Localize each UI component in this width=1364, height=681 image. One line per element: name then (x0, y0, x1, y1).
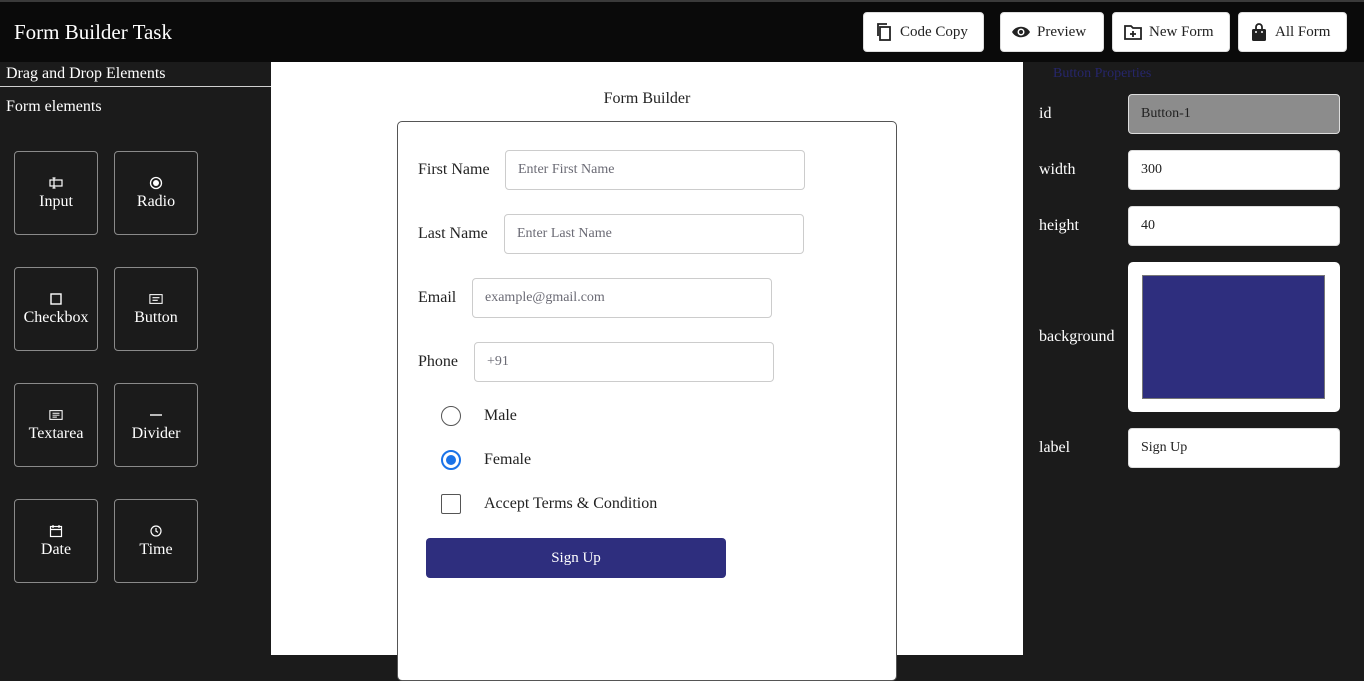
new-form-label: New Form (1149, 23, 1214, 40)
eye-icon (1012, 26, 1030, 38)
gender-male-radio[interactable] (441, 406, 461, 426)
element-tile-date[interactable]: Date (14, 499, 98, 583)
prop-width-label: width (1039, 161, 1076, 178)
form-canvas: Form Builder First Name Last Name Email … (271, 62, 1023, 681)
button-icon (149, 291, 163, 307)
phone-label: Phone (418, 353, 458, 370)
properties-panel: Button Properties id width height backgr… (1023, 62, 1364, 655)
last-name-input[interactable] (504, 214, 804, 254)
app-title: Form Builder Task (14, 20, 172, 44)
element-label: Input (39, 193, 73, 210)
all-form-button[interactable]: All Form (1238, 12, 1347, 52)
properties-heading: Button Properties (1053, 66, 1152, 81)
background-color-picker[interactable] (1128, 262, 1340, 412)
prop-background-label: background (1039, 328, 1115, 345)
element-label: Divider (131, 425, 181, 442)
email-input[interactable] (472, 278, 772, 318)
shopping-bag-icon (1252, 23, 1266, 41)
element-tile-time[interactable]: Time (114, 499, 198, 583)
divider-icon (149, 407, 163, 423)
prop-label-input[interactable] (1128, 428, 1340, 468)
copy-icon (877, 23, 891, 41)
last-name-label: Last Name (418, 225, 488, 242)
sidebar-subheading: Form elements (6, 98, 102, 115)
canvas-title: Form Builder (603, 90, 691, 107)
element-label: Checkbox (23, 309, 89, 326)
element-tile-divider[interactable]: Divider (114, 383, 198, 467)
first-name-label: First Name (418, 161, 490, 178)
terms-label: Accept Terms & Condition (484, 495, 658, 512)
preview-label: Preview (1037, 23, 1087, 40)
email-label: Email (418, 289, 457, 306)
sidebar-heading: Drag and Drop Elements (6, 65, 166, 82)
element-label: Textarea (28, 425, 84, 442)
top-bar: Form Builder Task Code Copy Preview New … (0, 0, 1364, 62)
first-name-input[interactable] (505, 150, 805, 190)
element-tile-button[interactable]: Button (114, 267, 198, 351)
preview-button[interactable]: Preview (1000, 12, 1104, 52)
form-preview-card: First Name Last Name Email Phone Male Fe… (397, 121, 897, 681)
gender-male-label: Male (484, 407, 517, 424)
elements-sidebar: Drag and Drop Elements Form elements Inp… (0, 62, 271, 655)
element-label: Time (139, 541, 173, 558)
new-form-button[interactable]: New Form (1112, 12, 1230, 52)
sidebar-divider (0, 86, 271, 87)
gender-female-label: Female (484, 451, 532, 468)
input-icon (49, 175, 63, 191)
element-tile-checkbox[interactable]: Checkbox (14, 267, 98, 351)
element-tile-input[interactable]: Input (14, 151, 98, 235)
prop-height-label: height (1039, 217, 1079, 234)
textarea-icon (49, 407, 63, 423)
prop-height-input[interactable] (1128, 206, 1340, 246)
element-tile-radio[interactable]: Radio (114, 151, 198, 235)
sign-up-button[interactable]: Sign Up (426, 538, 726, 578)
radio-icon (149, 175, 163, 191)
element-label: Radio (136, 193, 176, 210)
prop-width-input[interactable] (1128, 150, 1340, 190)
prop-id-input[interactable] (1128, 94, 1340, 134)
element-label: Button (134, 309, 178, 326)
new-folder-icon (1124, 25, 1142, 40)
all-form-label: All Form (1275, 23, 1331, 40)
calendar-icon (49, 523, 63, 539)
clock-icon (149, 523, 163, 539)
code-copy-button[interactable]: Code Copy (863, 12, 984, 52)
element-tile-textarea[interactable]: Textarea (14, 383, 98, 467)
phone-input[interactable] (474, 342, 774, 382)
terms-checkbox[interactable] (441, 494, 461, 514)
background-color-swatch[interactable] (1142, 275, 1325, 399)
code-copy-label: Code Copy (900, 23, 968, 40)
prop-label-label: label (1039, 439, 1071, 456)
prop-id-label: id (1039, 105, 1052, 122)
gender-female-radio[interactable] (441, 450, 461, 470)
element-label: Date (40, 541, 72, 558)
checkbox-icon (49, 291, 63, 307)
